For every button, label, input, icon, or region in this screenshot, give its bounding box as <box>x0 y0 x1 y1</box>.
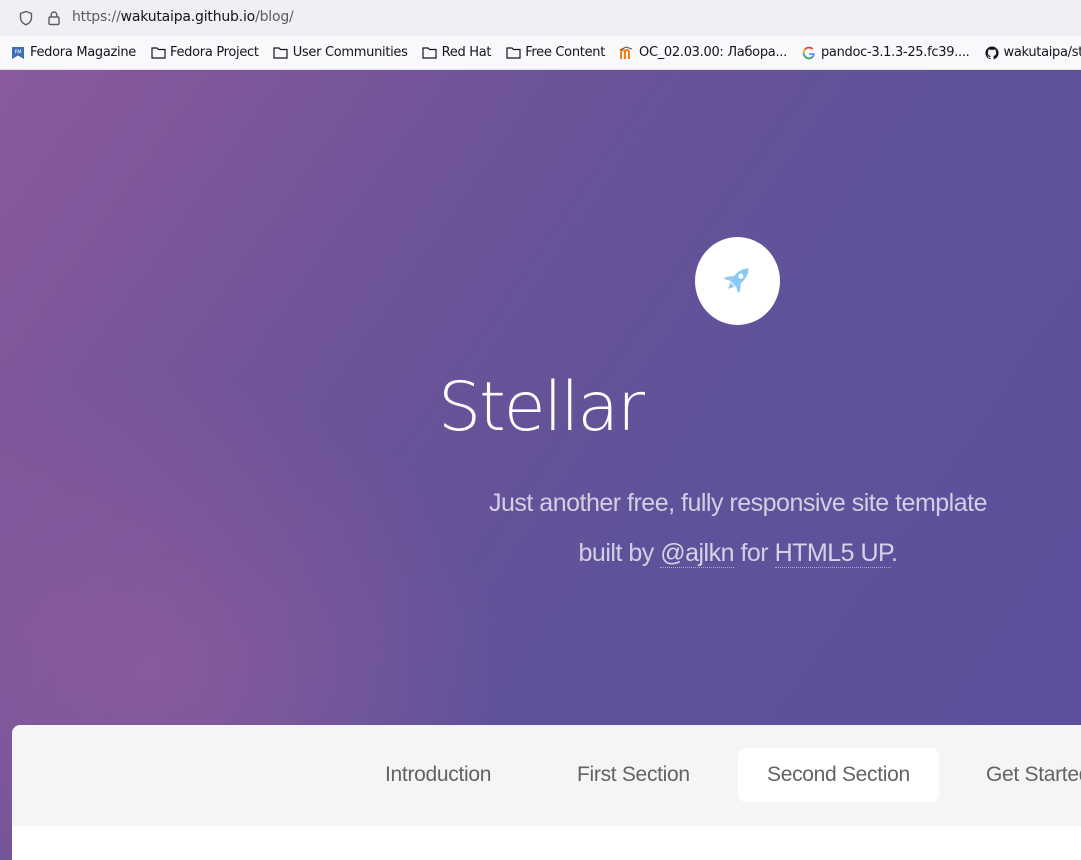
folder-icon <box>273 45 289 61</box>
bookmark-label: ОС_02.03.00: Лабора... <box>639 45 787 60</box>
logo <box>695 237 780 325</box>
url-path: /blog/ <box>255 9 294 25</box>
moodle-icon <box>619 45 635 61</box>
bookmark-label: Free Content <box>525 45 606 60</box>
nav-second-section[interactable]: Second Section <box>738 748 939 802</box>
url-host: wakutaipa.github.io <box>120 9 256 25</box>
tagline-built-by: built by <box>578 539 655 567</box>
fedora-magazine-icon: FM <box>10 45 26 61</box>
author-link[interactable]: @ajlkn <box>660 539 734 568</box>
bookmark-github[interactable]: wakutaipa/stud <box>984 45 1081 61</box>
google-icon <box>801 45 817 61</box>
bookmarks-toolbar: FM Fedora Magazine Fedora Project User C… <box>0 36 1081 70</box>
tagline: Just another free, fully responsive site… <box>440 478 1036 578</box>
tagline-period: . <box>891 539 898 567</box>
bookmark-label: User Communities <box>292 45 408 60</box>
url-scheme: https:// <box>72 9 121 25</box>
bookmark-label: Red Hat <box>441 45 492 60</box>
github-icon <box>984 45 1000 61</box>
bookmark-fedora-magazine[interactable]: FM Fedora Magazine <box>10 45 136 61</box>
bookmark-label: pandoc-3.1.3-25.fc39.... <box>820 45 970 60</box>
section-nav: Introduction First Section Second Sectio… <box>12 725 1081 860</box>
folder-icon <box>422 45 438 61</box>
bookmark-os-lab[interactable]: ОС_02.03.00: Лабора... <box>619 45 787 61</box>
bookmark-label: Fedora Magazine <box>30 45 136 60</box>
bookmark-folder-free-content[interactable]: Free Content <box>505 45 605 61</box>
nav-introduction[interactable]: Introduction <box>356 748 520 802</box>
nav-get-started[interactable]: Get Started <box>957 748 1081 802</box>
html5up-link[interactable]: HTML5 UP <box>774 539 892 568</box>
bookmark-folder-fedora-project[interactable]: Fedora Project <box>150 45 259 61</box>
folder-icon <box>150 45 166 61</box>
bookmark-folder-user-communities[interactable]: User Communities <box>273 45 408 61</box>
lock-icon[interactable] <box>44 8 64 28</box>
bookmark-label: Fedora Project <box>170 45 259 60</box>
svg-text:FM: FM <box>15 49 22 55</box>
bookmark-folder-red-hat[interactable]: Red Hat <box>422 45 492 61</box>
folder-icon <box>505 45 521 61</box>
site-title-wrap: Stellar <box>0 368 1081 447</box>
browser-url-bar[interactable]: https://wakutaipa.github.io/blog/ <box>0 0 1081 36</box>
shield-icon[interactable] <box>16 8 36 28</box>
rocket-icon <box>720 261 756 302</box>
bookmark-pandoc[interactable]: pandoc-3.1.3-25.fc39.... <box>801 45 970 61</box>
nav-first-section[interactable]: First Section <box>548 748 719 802</box>
address-field[interactable]: https://wakutaipa.github.io/blog/ <box>72 9 294 25</box>
tagline-line1: Just another free, fully responsive site… <box>489 489 988 517</box>
tagline-for: for <box>740 539 769 567</box>
site-title: Stellar <box>437 368 645 447</box>
bookmark-label: wakutaipa/stud <box>1003 45 1081 60</box>
main-content-top <box>12 826 1081 860</box>
